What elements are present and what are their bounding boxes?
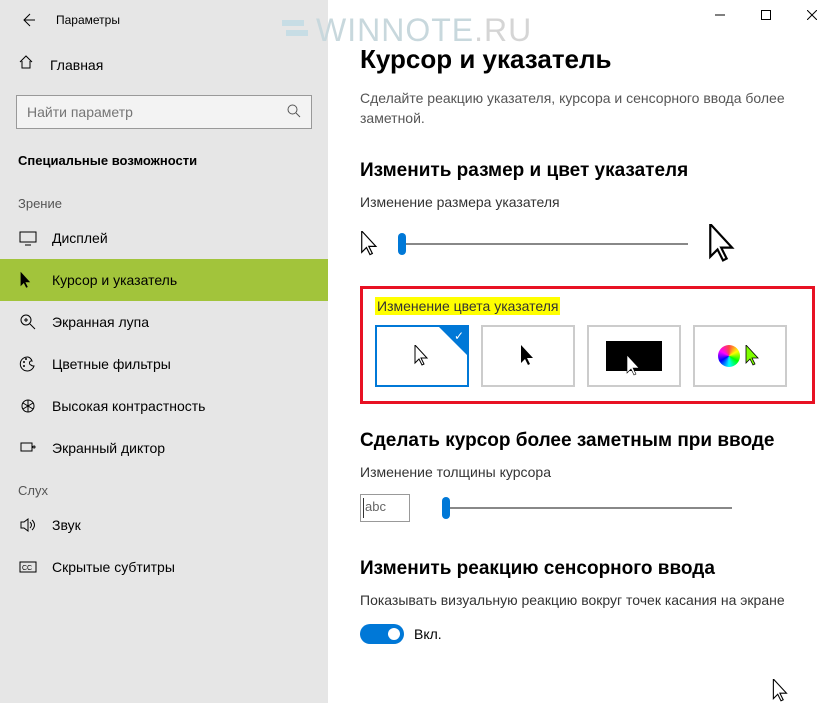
window-title: Параметры: [56, 13, 120, 27]
color-option-black[interactable]: [481, 325, 575, 387]
text-caret: [363, 498, 364, 518]
check-icon: ✓: [454, 329, 464, 343]
section-heading: Специальные возможности: [0, 147, 328, 182]
pointer-size-row: [360, 220, 815, 286]
main-content: Курсор и указатель Сделайте реакцию указ…: [328, 0, 835, 703]
touch-toggle-row: Вкл.: [360, 618, 815, 650]
page-title: Курсор и указатель: [360, 0, 815, 89]
magnifier-icon: [18, 313, 38, 331]
pointer-color-section: Изменение цвета указателя ✓: [360, 286, 815, 404]
cursor-icon: [18, 271, 38, 289]
external-cursor-icon: [772, 679, 790, 703]
touch-toggle[interactable]: [360, 624, 404, 644]
sidebar-item-label: Дисплей: [52, 230, 108, 246]
green-cursor-icon: [744, 345, 762, 367]
inverted-cursor-icon: [625, 355, 643, 377]
thickness-slider[interactable]: [442, 498, 732, 518]
color-wheel-icon: [718, 345, 740, 367]
slider-track: [442, 507, 732, 509]
pointer-size-label: Изменение размера указателя: [360, 194, 815, 220]
search-box: [16, 95, 312, 129]
group-vision: Зрение: [0, 182, 328, 217]
search-icon: [286, 103, 302, 124]
sidebar-item-label: Курсор и указатель: [52, 272, 177, 288]
color-option-inverted[interactable]: [587, 325, 681, 387]
pointer-size-slider[interactable]: [398, 234, 688, 254]
sidebar: Параметры Главная Специальные возможност…: [0, 0, 328, 703]
sidebar-item-label: Звук: [52, 517, 81, 533]
page-description: Сделайте реакцию указателя, курсора и се…: [360, 89, 815, 152]
color-option-white[interactable]: ✓: [375, 325, 469, 387]
pointer-size-heading: Изменить размер и цвет указателя: [360, 152, 815, 194]
sidebar-item-magnifier[interactable]: Экранная лупа: [0, 301, 328, 343]
thickness-label: Изменение толщины курсора: [360, 464, 815, 490]
home-label: Главная: [50, 57, 103, 73]
thickness-row: abc: [360, 490, 815, 550]
watermark-icon: [280, 16, 310, 46]
sidebar-item-display[interactable]: Дисплей: [0, 217, 328, 259]
home-icon: [18, 54, 36, 75]
contrast-icon: [18, 397, 38, 415]
display-icon: [18, 229, 38, 247]
sidebar-item-label: Цветные фильтры: [52, 356, 171, 372]
small-cursor-icon: [360, 231, 380, 257]
titlebar: Параметры: [0, 0, 328, 44]
sidebar-item-label: Экранная лупа: [52, 314, 149, 330]
sidebar-item-cursor[interactable]: Курсор и указатель: [0, 259, 328, 301]
back-button[interactable]: [16, 8, 40, 32]
sidebar-item-label: Скрытые субтитры: [52, 559, 175, 575]
search-input[interactable]: [16, 95, 312, 129]
slider-thumb[interactable]: [442, 497, 450, 519]
black-cursor-icon: [519, 345, 537, 367]
toggle-state-label: Вкл.: [414, 626, 442, 642]
home-nav[interactable]: Главная: [0, 44, 328, 85]
color-option-custom[interactable]: [693, 325, 787, 387]
sidebar-item-contrast[interactable]: Высокая контрастность: [0, 385, 328, 427]
sidebar-item-cc[interactable]: CC Скрытые субтитры: [0, 546, 328, 588]
slider-thumb[interactable]: [398, 233, 406, 255]
thickness-preview: abc: [360, 494, 410, 522]
palette-icon: [18, 355, 38, 373]
toggle-knob: [388, 628, 400, 640]
slider-track: [398, 243, 688, 245]
sidebar-item-color-filters[interactable]: Цветные фильтры: [0, 343, 328, 385]
pointer-color-label: Изменение цвета указателя: [375, 297, 560, 315]
sidebar-item-audio[interactable]: Звук: [0, 504, 328, 546]
inverted-bg: [606, 341, 662, 371]
text-cursor-heading: Сделать курсор более заметным при вводе: [360, 422, 815, 464]
sidebar-item-label: Экранный диктор: [52, 440, 165, 456]
back-arrow-icon: [20, 12, 36, 28]
cc-icon: CC: [18, 558, 38, 576]
white-cursor-icon: [413, 345, 431, 367]
touch-heading: Изменить реакцию сенсорного ввода: [360, 550, 815, 592]
sidebar-item-label: Высокая контрастность: [52, 398, 205, 414]
audio-icon: [18, 516, 38, 534]
large-cursor-icon: [706, 224, 740, 264]
touch-label: Показывать визуальную реакцию вокруг точ…: [360, 592, 815, 618]
svg-text:CC: CC: [22, 565, 32, 572]
narrator-icon: [18, 439, 38, 457]
group-hearing: Слух: [0, 469, 328, 504]
sidebar-item-narrator[interactable]: Экранный диктор: [0, 427, 328, 469]
pointer-color-options: ✓: [375, 325, 800, 387]
